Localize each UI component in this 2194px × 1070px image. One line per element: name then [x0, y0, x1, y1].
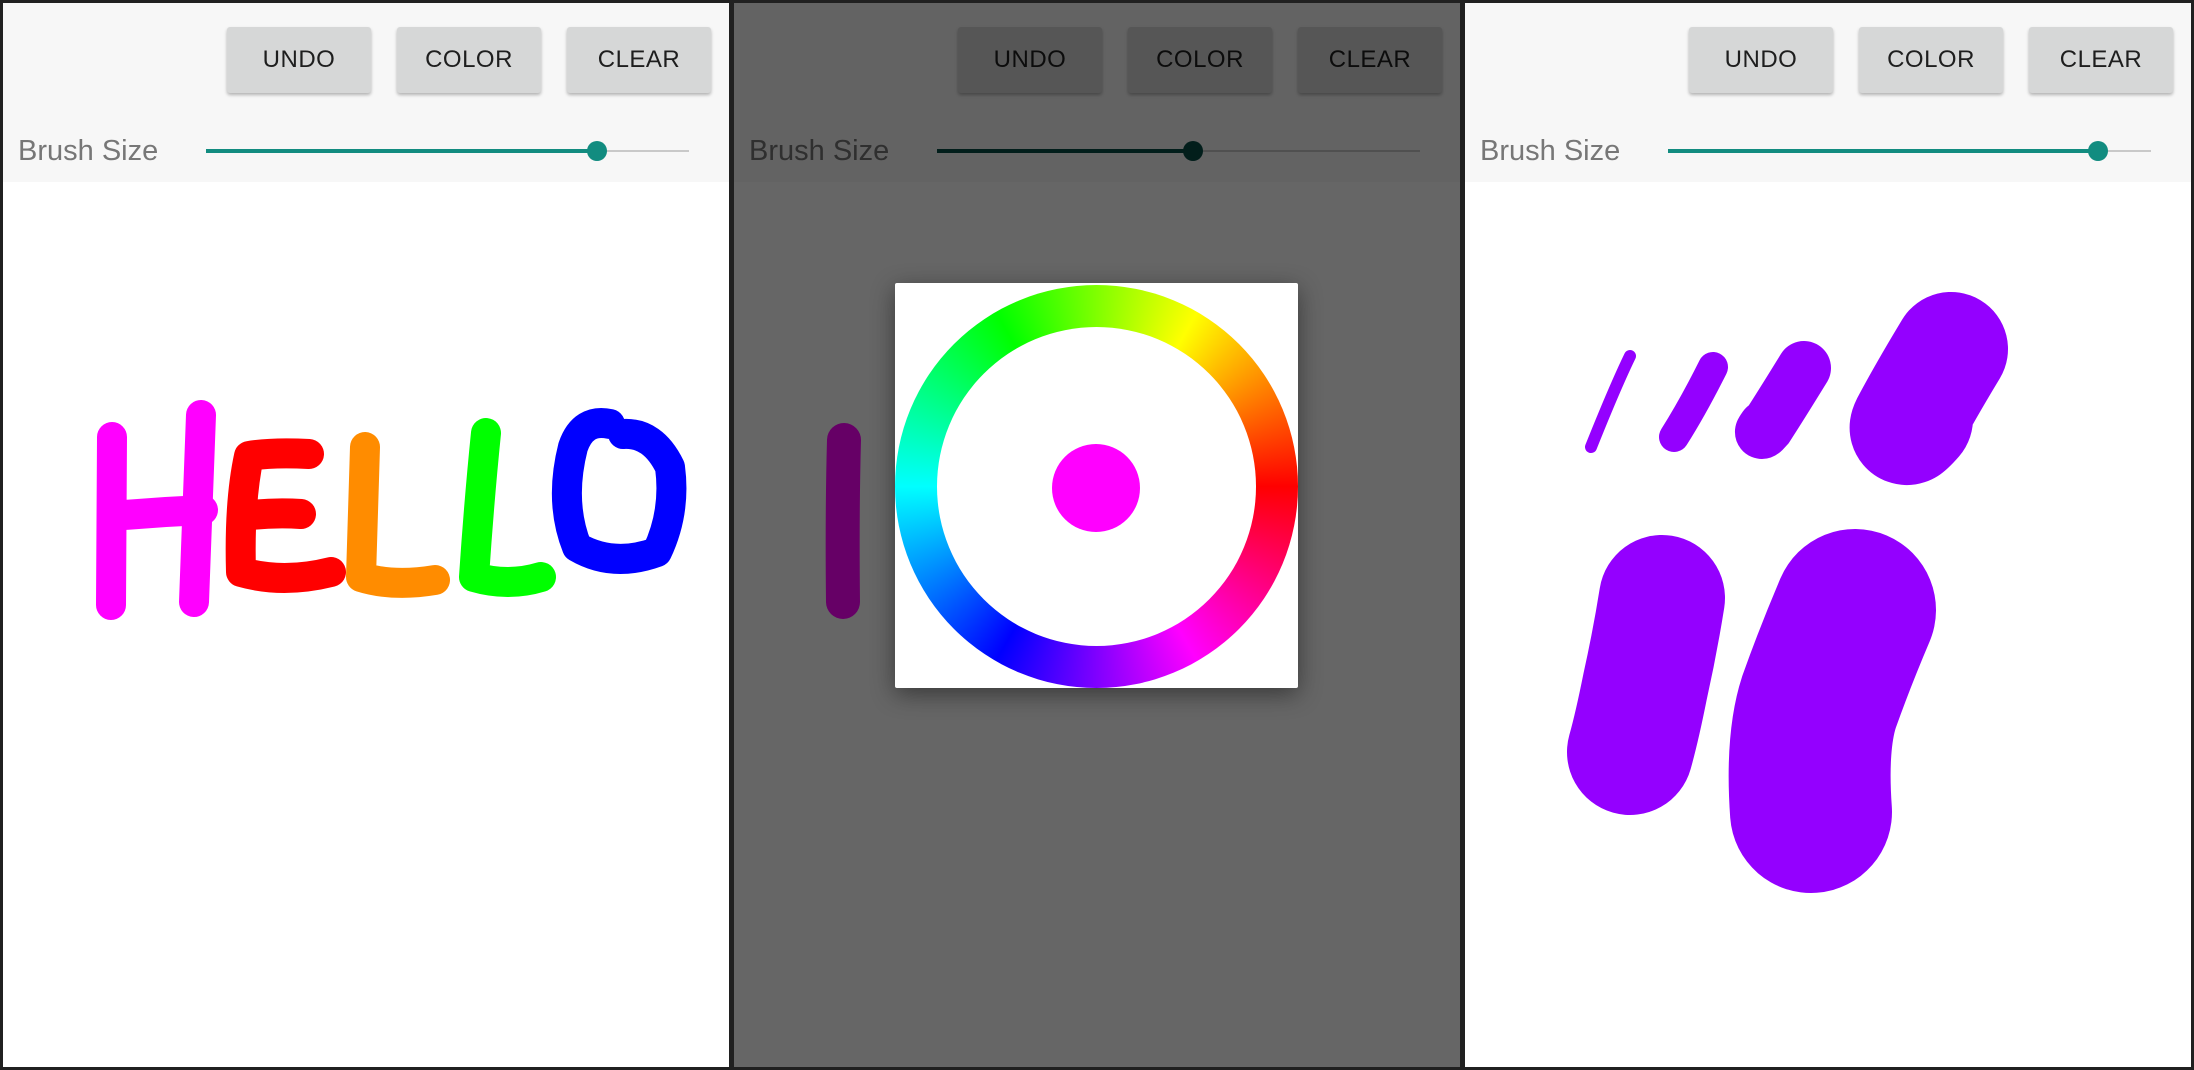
- toolbar: UNDO COLOR CLEAR Brush Size: [3, 3, 729, 182]
- stroke-letter-h: [98, 495, 218, 531]
- slider-fill: [1668, 149, 2098, 153]
- stroke-size-3: [1735, 341, 1831, 459]
- slider-thumb[interactable]: [2088, 141, 2108, 161]
- brush-size-slider[interactable]: [206, 141, 689, 161]
- undo-button[interactable]: UNDO: [227, 27, 371, 93]
- stroke-size-6: [1728, 529, 1936, 893]
- toolbar: UNDO COLOR CLEAR Brush Size: [1465, 3, 2191, 182]
- stroke-letter-l1: [346, 432, 450, 598]
- drawing-canvas[interactable]: [3, 182, 729, 1067]
- drawing-strokes: [96, 400, 687, 620]
- stroke-letter-l2: [459, 418, 556, 597]
- color-button[interactable]: COLOR: [397, 27, 541, 93]
- brush-size-slider[interactable]: [1668, 141, 2151, 161]
- screen-hello-drawing: UNDO COLOR CLEAR Brush Size: [3, 3, 729, 1067]
- stroke-size-4: [1849, 292, 2008, 485]
- drawing-canvas[interactable]: [1465, 182, 2191, 1067]
- stroke-size-2: [1659, 352, 1728, 452]
- undo-button[interactable]: UNDO: [1689, 27, 1833, 93]
- screen-brush-strokes: UNDO COLOR CLEAR Brush Size: [1465, 3, 2191, 1067]
- stroke-letter-e: [228, 498, 316, 531]
- stroke-letter-o: [551, 408, 687, 574]
- clear-button[interactable]: CLEAR: [2029, 27, 2173, 93]
- clear-button[interactable]: CLEAR: [567, 27, 711, 93]
- slider-thumb[interactable]: [587, 141, 607, 161]
- color-button[interactable]: COLOR: [1859, 27, 2003, 93]
- drawing-strokes: [1567, 292, 2008, 893]
- color-picker-dialog: [895, 283, 1298, 688]
- selected-color-swatch[interactable]: [1052, 444, 1140, 532]
- brush-size-label: Brush Size: [18, 135, 159, 167]
- brush-size-label: Brush Size: [1480, 135, 1621, 167]
- stroke-size-1: [1585, 350, 1636, 453]
- screen-color-picker: UNDO COLOR CLEAR Brush Size: [734, 3, 1460, 1067]
- stroke-size-5: [1567, 535, 1725, 815]
- slider-fill: [206, 149, 597, 153]
